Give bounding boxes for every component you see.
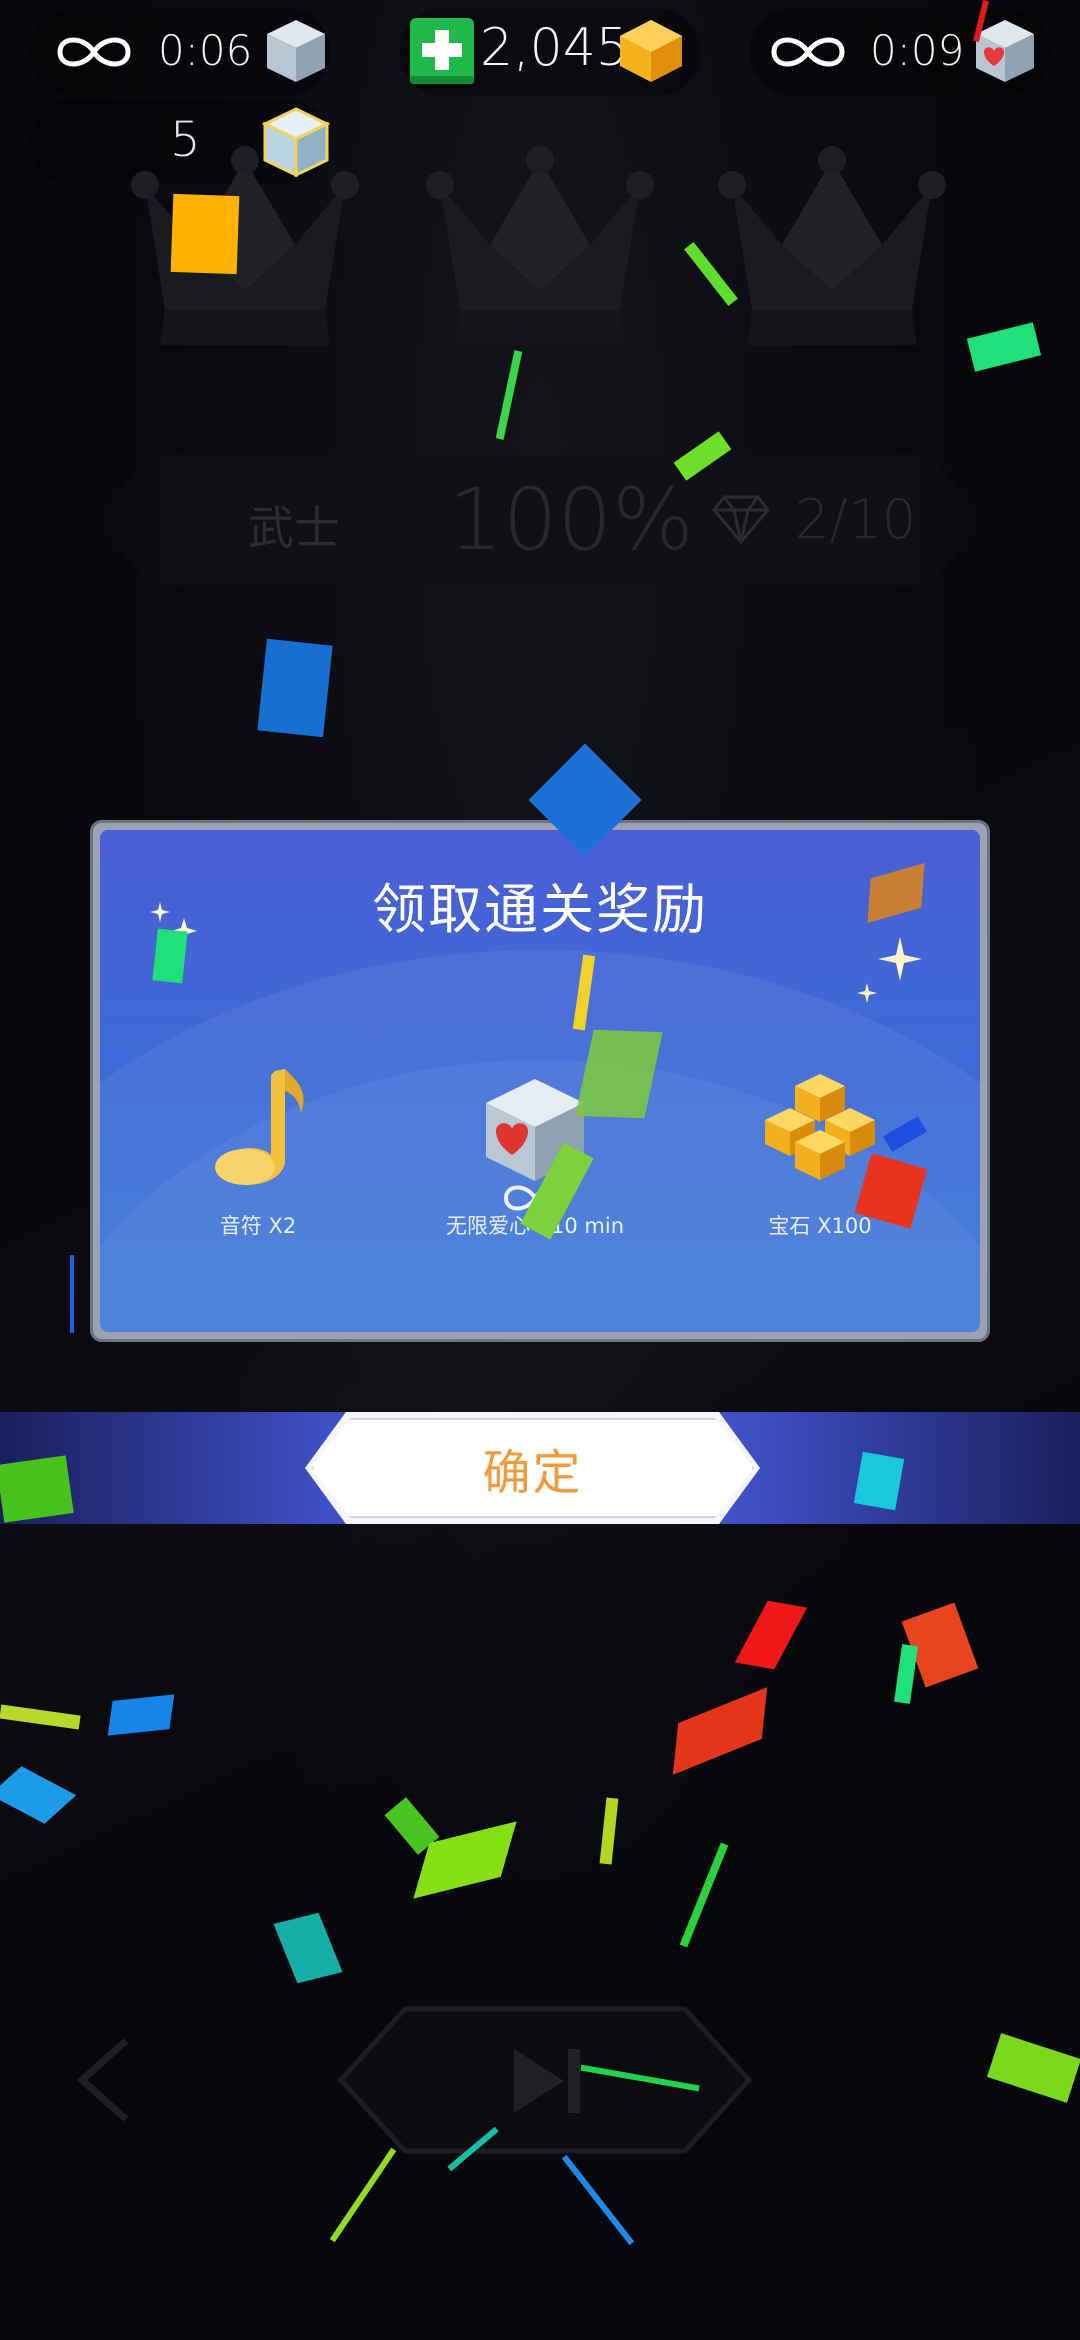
confirm-button[interactable]: 确定	[305, 1412, 760, 1524]
crown-2	[426, 146, 654, 345]
confetti-piece	[853, 1451, 905, 1511]
reward-label-notes: 音符 X2	[219, 1214, 297, 1238]
confetti-piece	[152, 928, 188, 984]
diamond-progress: 2/10	[795, 488, 917, 551]
gold-gem-icon	[620, 20, 682, 82]
confetti-piece	[170, 193, 240, 275]
reward-dialog: 领取通关奖励 音符 X2 无限爱心 X10 min 宝石 X100	[100, 830, 980, 1332]
music-note-icon	[215, 1069, 304, 1185]
sparkle-icon	[857, 937, 922, 1003]
chevron-left-icon[interactable]	[68, 2035, 138, 2125]
confetti-piece	[0, 1455, 74, 1523]
right-timer: 0:09	[870, 26, 965, 75]
confetti-piece	[70, 1255, 74, 1333]
infinity-icon	[771, 37, 845, 67]
confetti-piece	[107, 1694, 175, 1736]
skip-next-icon	[514, 2049, 580, 2113]
crown-3	[718, 146, 946, 345]
confirm-label: 确定	[482, 1445, 583, 1501]
dialog-title: 领取通关奖励	[372, 878, 708, 941]
diamond-icon	[712, 495, 770, 544]
plus-icon[interactable]	[410, 18, 474, 84]
heart-cube-icon	[976, 20, 1034, 82]
left-timer: 0:06	[158, 26, 253, 75]
confetti-piece	[257, 638, 333, 738]
infinity-icon	[57, 37, 131, 67]
completion-percent: 100%	[448, 470, 694, 570]
crown-1	[131, 146, 359, 345]
ice-cube-icon	[267, 20, 325, 82]
rank-label: 武士	[248, 501, 340, 555]
gem-count: 2,045	[480, 18, 629, 78]
